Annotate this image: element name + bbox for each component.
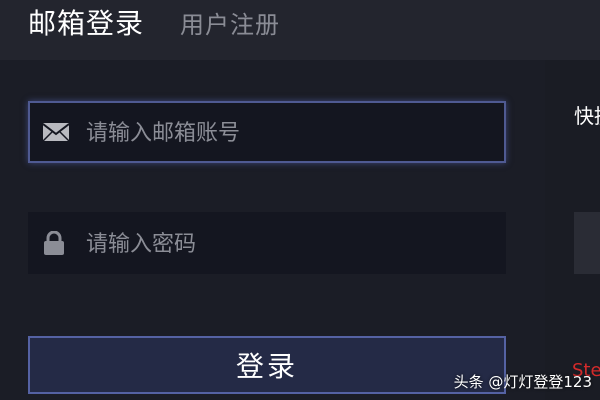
lock-icon [40, 230, 68, 255]
email-field[interactable] [28, 101, 506, 163]
watermark: 头条 @灯灯登登123 [453, 373, 592, 391]
password-input[interactable] [84, 212, 498, 276]
mail-icon [42, 120, 70, 144]
tab-bar: 邮箱登录 用户注册 [0, 0, 600, 60]
tab-email-login[interactable]: 邮箱登录 [28, 2, 144, 42]
email-input[interactable] [84, 103, 498, 163]
quick-login-option[interactable] [574, 212, 600, 274]
password-field[interactable] [28, 212, 506, 276]
login-button[interactable]: 登录 [28, 336, 506, 394]
quick-login-title: 快捷 [574, 104, 600, 128]
login-page: 邮箱登录 用户注册 登录 快捷 Ste 头条 @灯灯登登123 [0, 0, 600, 400]
tab-register[interactable]: 用户注册 [180, 5, 280, 40]
